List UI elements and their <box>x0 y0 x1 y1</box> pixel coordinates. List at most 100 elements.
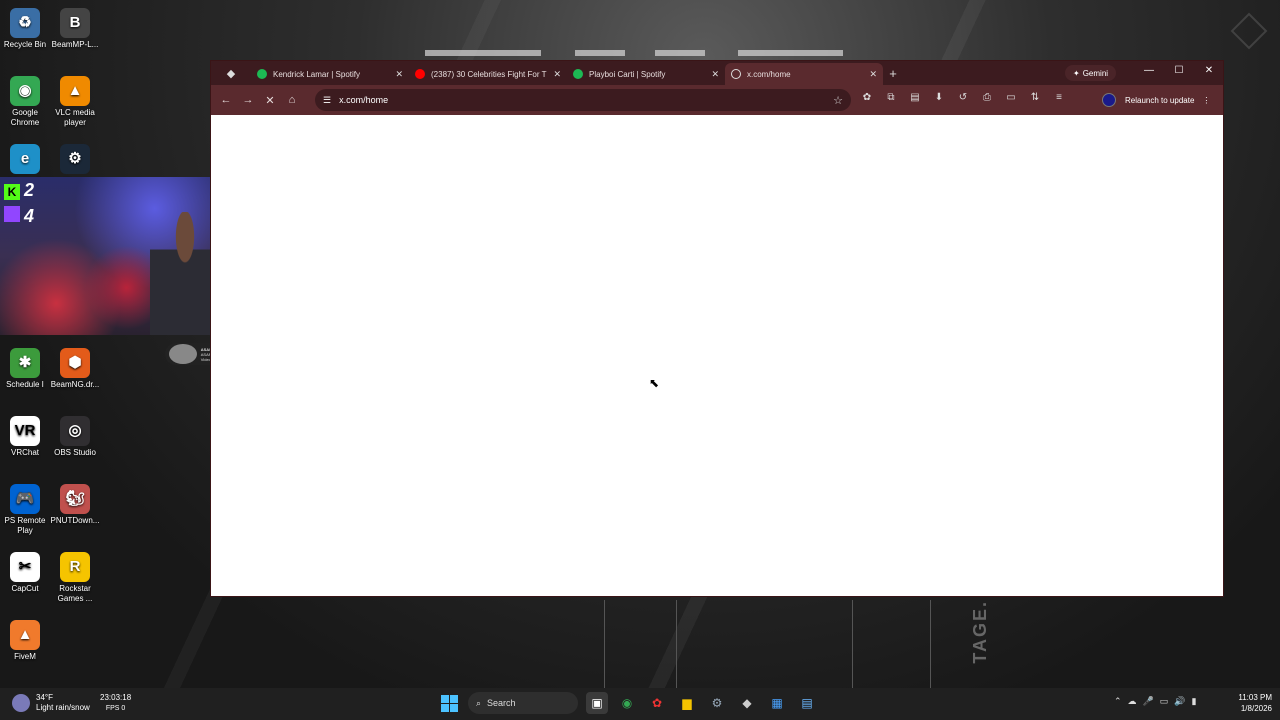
wallpaper-text: TAGE. <box>970 600 990 664</box>
home-button[interactable]: ⌂ <box>281 94 303 106</box>
url-text: x.com/home <box>339 95 389 105</box>
desktop-icon[interactable]: ◎ OBS Studio <box>50 416 100 458</box>
relaunch-button[interactable]: Relaunch to update ⋮ <box>1125 91 1210 109</box>
wallpaper-light <box>738 50 843 56</box>
tab-title: Kendrick Lamar | Spotify <box>273 69 361 79</box>
more-menu-icon[interactable]: ⋮ <box>1202 96 1210 105</box>
app-icon: ◉ <box>10 76 40 106</box>
app-icon: ◎ <box>60 416 90 446</box>
tab-title: x.com/home <box>747 69 791 79</box>
onedrive-icon[interactable]: ☁ <box>1128 696 1137 707</box>
close-icon[interactable]: ✕ <box>395 69 403 80</box>
close-icon[interactable]: ✕ <box>553 69 561 80</box>
wallpaper-line <box>930 600 931 688</box>
desktop-icon[interactable]: ▲ FiveM <box>0 620 50 662</box>
twitch-icon <box>4 206 20 222</box>
search-label: Search <box>487 698 516 708</box>
relaunch-label: Relaunch to update <box>1125 95 1195 105</box>
app-taskbar-icon[interactable]: ✿ <box>646 692 668 714</box>
windows-icon <box>440 694 458 712</box>
media-icon[interactable]: ≡ <box>1051 92 1067 103</box>
cast-icon[interactable]: ▭ <box>1003 92 1019 103</box>
bookmark-star-icon[interactable]: ☆ <box>833 94 843 107</box>
twitch-viewer-count: 4 <box>4 206 34 227</box>
taskbar-clock[interactable]: 11:03 PM 1/8/2026 <box>1228 692 1272 714</box>
tab-playboi-carti[interactable]: Playboi Carti | Spotify ✕ <box>567 63 725 85</box>
gemini-button[interactable]: ✦ Gemini <box>1065 65 1117 81</box>
download-icon[interactable]: ⬇ <box>931 92 947 103</box>
forward-button[interactable]: → <box>237 94 259 106</box>
close-icon[interactable]: ✕ <box>711 69 719 80</box>
desktop-icon[interactable]: ◉ Google Chrome <box>0 76 50 128</box>
network-icon[interactable]: ▭ <box>1160 696 1169 707</box>
chrome-taskbar-icon[interactable]: ◉ <box>616 692 638 714</box>
desktop-icon-label: BeamMP-L... <box>51 40 99 49</box>
notepad-taskbar-icon[interactable]: ▤ <box>796 692 818 714</box>
taskbar-search[interactable]: ⌕ Search <box>468 692 578 714</box>
maximize-button[interactable]: ☐ <box>1171 65 1187 76</box>
extension-icon[interactable]: ✿ <box>859 92 875 103</box>
taskbar-apps: ⌕ Search ▣ ◉ ✿ ▆ ⚙ ◆ ▦ ▤ <box>438 692 818 714</box>
desktop-icon[interactable]: B BeamMP-L... <box>50 8 100 50</box>
desktop-icon-label: Schedule I <box>6 380 44 389</box>
volume-icon[interactable]: 🔊 <box>1174 696 1185 707</box>
desktop-icon[interactable]: ✱ Schedule I <box>0 348 50 390</box>
tab-strip: ◆ Kendrick Lamar | Spotify ✕ (2387) 30 C… <box>211 61 1223 85</box>
app-icon: ✂ <box>10 552 40 582</box>
perf-time: 23:03:18 <box>100 693 132 702</box>
close-icon[interactable]: ✕ <box>869 69 877 80</box>
app2-taskbar-icon[interactable]: ◆ <box>736 692 758 714</box>
desktop-icon[interactable]: ▲ VLC media player <box>50 76 100 128</box>
steam-taskbar-icon[interactable]: ⚙ <box>706 692 728 714</box>
address-bar[interactable]: ☰ x.com/home ☆ <box>315 89 851 111</box>
desktop-icon[interactable]: VR VRChat <box>0 416 50 458</box>
store-taskbar-icon[interactable]: ▦ <box>766 692 788 714</box>
desktop-icon[interactable]: 🐿 PNUTDown... <box>50 484 100 526</box>
mic-icon[interactable]: 🎤 <box>1143 696 1154 707</box>
tab-kendrick[interactable]: Kendrick Lamar | Spotify ✕ <box>251 63 409 85</box>
desktop-icon[interactable]: R Rockstar Games ... <box>50 552 100 604</box>
tab-search-icon[interactable]: ◆ <box>211 67 251 80</box>
history-icon[interactable]: ↺ <box>955 92 971 103</box>
back-button[interactable]: ← <box>215 94 237 106</box>
desktop-icon-label: BeamNG.dr... <box>50 380 100 389</box>
file-explorer-icon[interactable]: ▆ <box>676 692 698 714</box>
puzzle-icon[interactable]: ⧉ <box>883 92 899 103</box>
site-info-icon[interactable]: ☰ <box>323 95 331 106</box>
translate-icon[interactable]: ⇅ <box>1027 92 1043 103</box>
app-icon: e <box>10 144 40 174</box>
weather-widget[interactable]: 34°F Light rain/snow <box>12 693 90 713</box>
desktop-icon[interactable]: ⬢ BeamNG.dr... <box>50 348 100 390</box>
gemini-label: Gemini <box>1082 68 1109 78</box>
kick-viewer-count: K2 <box>4 180 34 201</box>
start-button[interactable] <box>438 692 460 714</box>
battery-icon[interactable]: ▮ <box>1192 696 1197 707</box>
reload-button[interactable]: ✕ <box>259 94 281 107</box>
weather-temp: 34°F <box>36 693 53 702</box>
print-icon[interactable]: ⎙ <box>979 92 995 103</box>
close-window-button[interactable]: ✕ <box>1201 65 1217 76</box>
page-content[interactable]: ⬉ <box>211 116 1223 596</box>
sidepanel-icon[interactable]: ▤ <box>907 92 923 103</box>
new-tab-button[interactable]: + <box>883 66 903 81</box>
fps-value: 0 <box>121 705 126 712</box>
desktop-icon-label: VLC media player <box>55 108 95 127</box>
app-icon: ▲ <box>60 76 90 106</box>
youtube-icon <box>415 69 425 79</box>
kick-icon: K <box>4 184 20 200</box>
loading-icon <box>731 69 741 79</box>
task-view-icon[interactable]: ▣ <box>586 692 608 714</box>
desktop-icon-label: PS Remote Play <box>4 516 46 535</box>
desktop-icon-label: CapCut <box>11 584 39 593</box>
app-icon: ⬢ <box>60 348 90 378</box>
tab-youtube[interactable]: (2387) 30 Celebrities Fight For T ✕ <box>409 63 567 85</box>
desktop-icon[interactable]: ✂ CapCut <box>0 552 50 594</box>
tab-x-home[interactable]: x.com/home ✕ <box>725 63 883 85</box>
clock-date: 1/8/2026 <box>1240 704 1272 713</box>
wallpaper-light <box>655 50 705 56</box>
chevron-up-icon[interactable]: ⌃ <box>1114 696 1122 707</box>
desktop-icon[interactable]: ♻ Recycle Bin <box>0 8 50 50</box>
minimize-button[interactable]: — <box>1141 65 1157 76</box>
profile-avatar[interactable] <box>1102 93 1116 107</box>
desktop-icon[interactable]: 🎮 PS Remote Play <box>0 484 50 536</box>
